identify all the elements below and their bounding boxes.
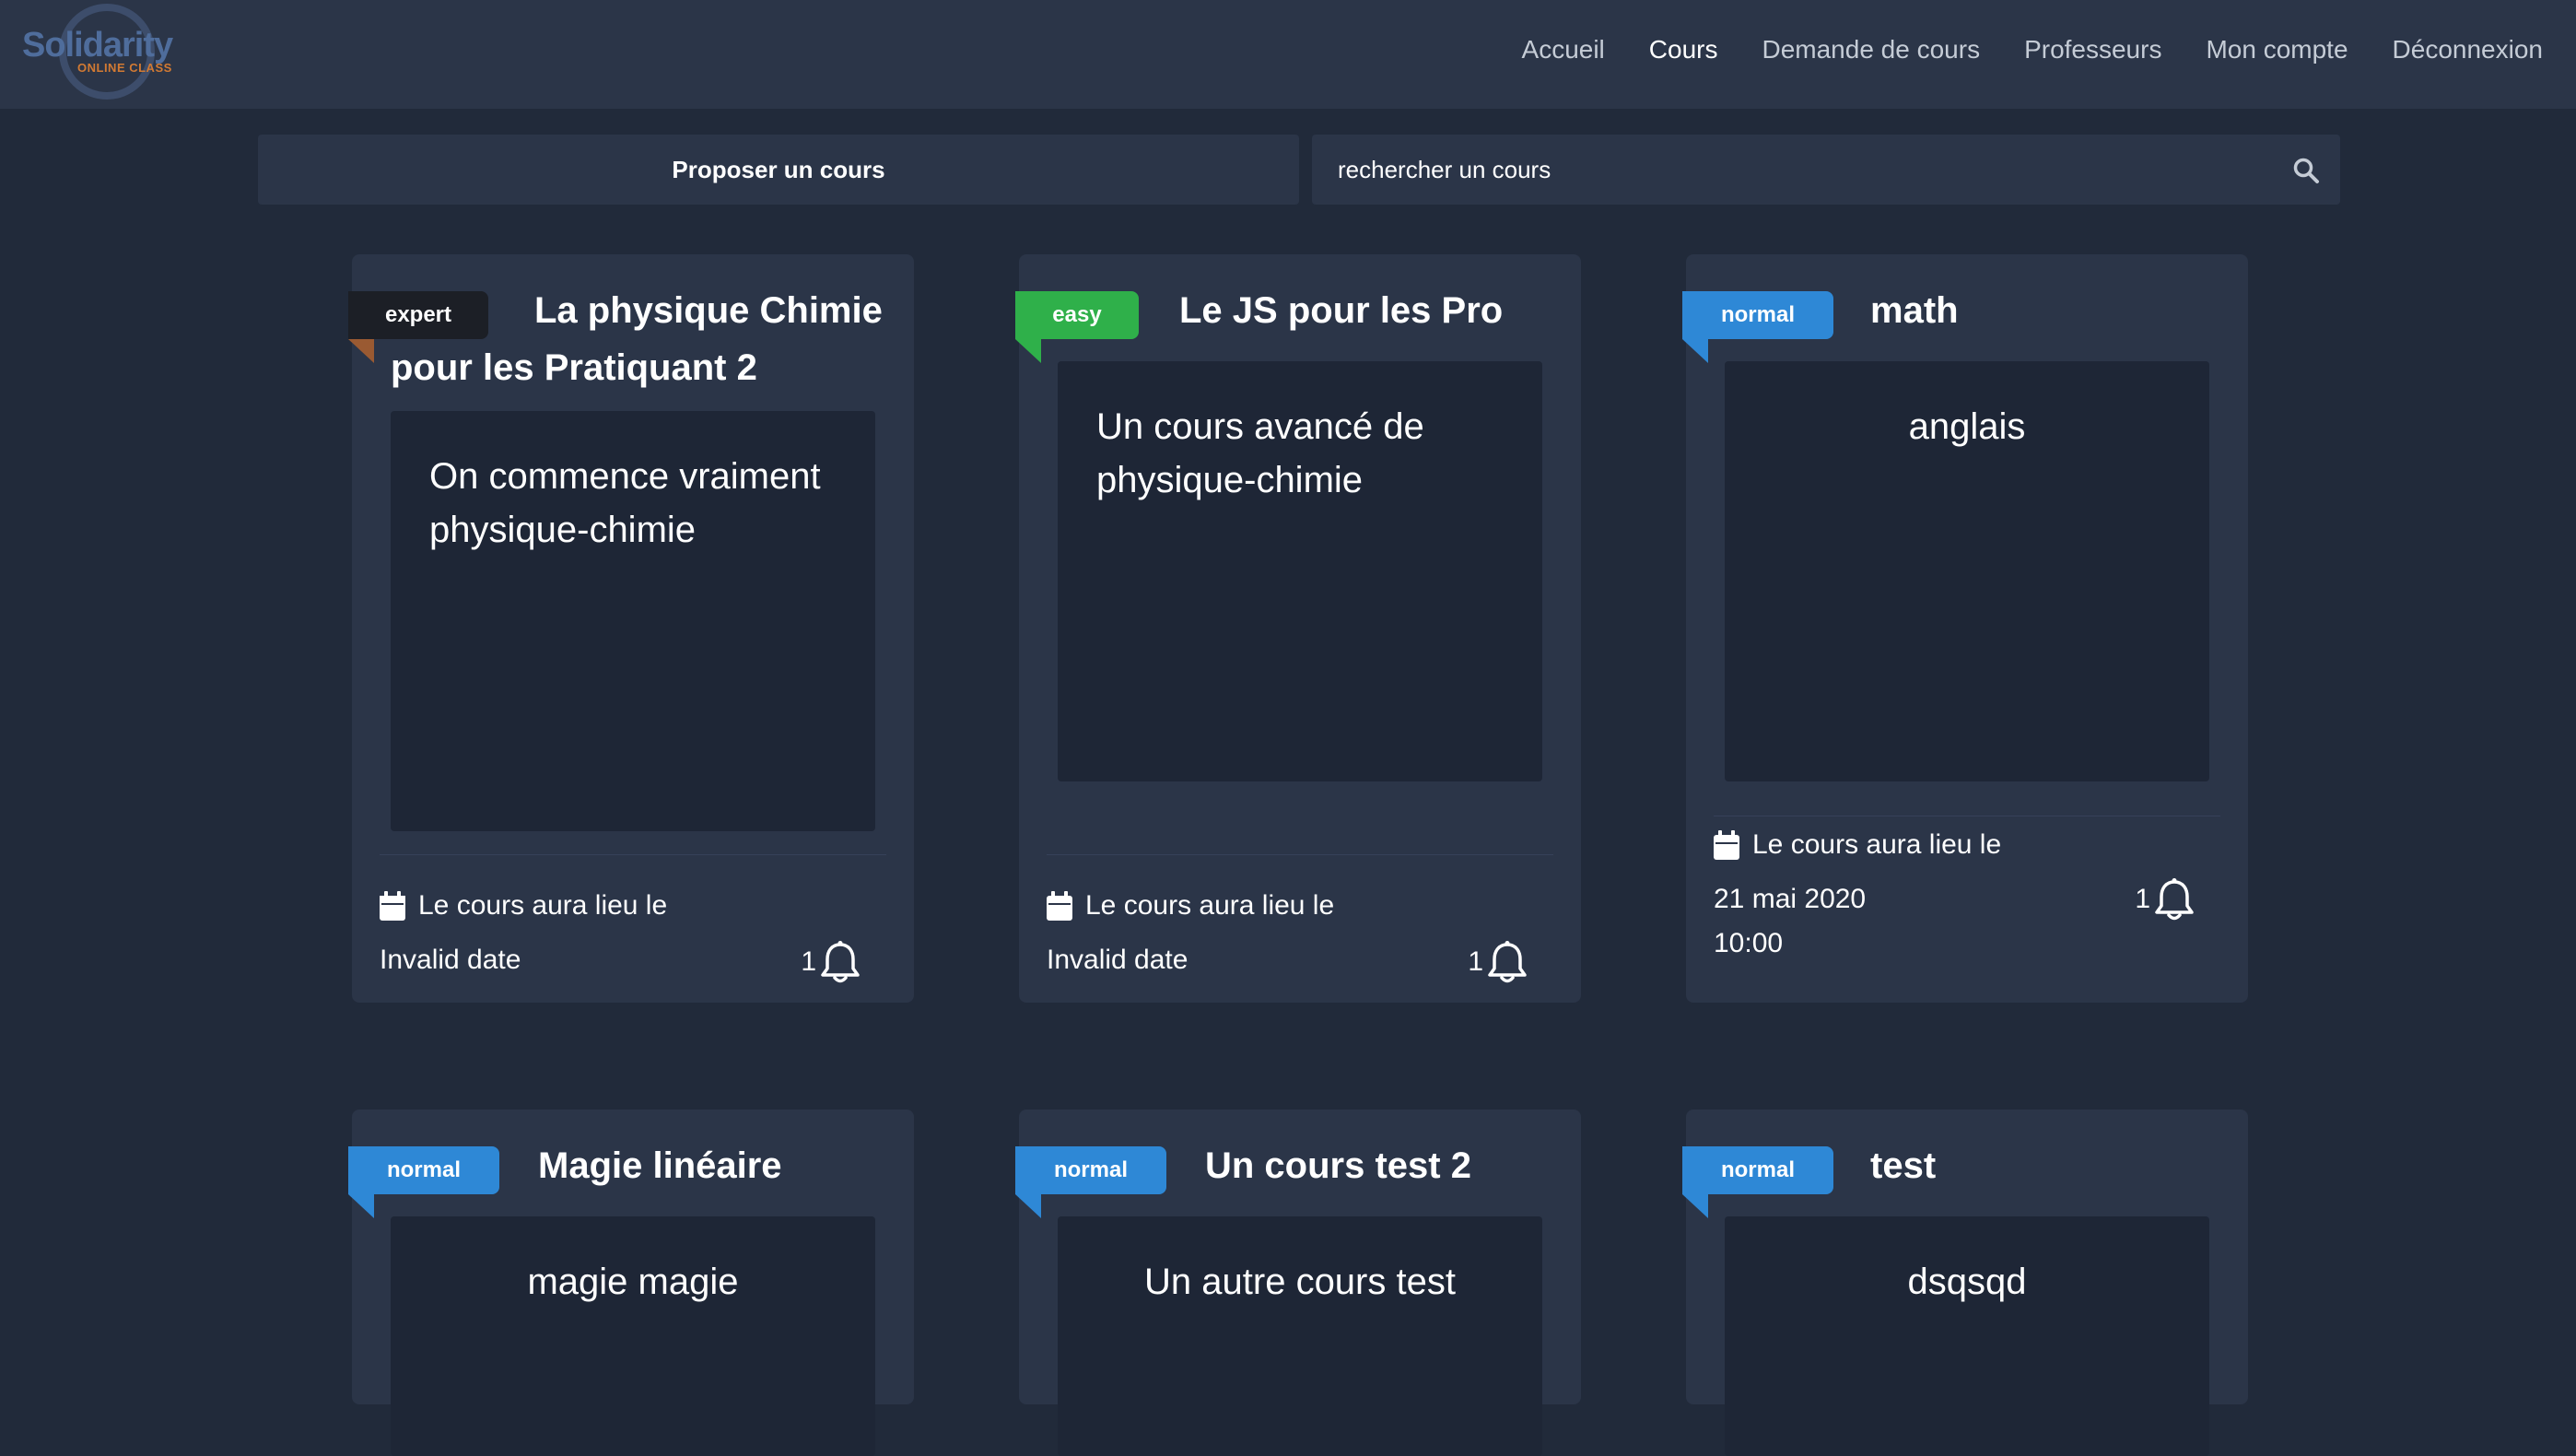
calendar-icon bbox=[1047, 891, 1072, 921]
course-date: Invalid date bbox=[380, 945, 521, 975]
course-title[interactable]: La physique Chimie pour les Pratiquant 2 bbox=[391, 282, 888, 396]
course-description: dsqsqd bbox=[1907, 1262, 2027, 1302]
level-badge-easy: easy bbox=[1015, 291, 1139, 339]
course-footer: Le cours aura lieu le Invalid date 1 bbox=[380, 854, 886, 1003]
nav-menu: Accueil Cours Demande de cours Professeu… bbox=[1478, 0, 2543, 100]
course-date: 21 mai 2020 10:00 bbox=[1714, 884, 1867, 958]
schedule-label-text: Le cours aura lieu le bbox=[1085, 890, 1335, 921]
course-description-box: Un cours avancé de physique-chimie bbox=[1058, 361, 1542, 781]
course-title[interactable]: test bbox=[1870, 1137, 2230, 1194]
course-title[interactable]: Un cours test 2 bbox=[1205, 1137, 1564, 1194]
course-description-box: dsqsqd bbox=[1725, 1216, 2209, 1456]
bell-icon[interactable] bbox=[820, 940, 861, 984]
level-badge-normal: normal bbox=[348, 1146, 499, 1194]
nav-item-cours[interactable]: Cours bbox=[1649, 35, 1718, 65]
calendar-icon bbox=[1714, 830, 1739, 860]
level-badge-normal: normal bbox=[1682, 291, 1833, 339]
course-card[interactable]: normal math anglais Le cours aura lieu l… bbox=[1682, 254, 2248, 1003]
course-footer: Le cours aura lieu le Invalid date 1 bbox=[1047, 854, 1553, 1003]
notification-button[interactable]: 1 bbox=[801, 940, 861, 984]
course-date: Invalid date bbox=[1047, 945, 1188, 975]
course-description: Un cours avancé de physique-chimie bbox=[1096, 406, 1424, 500]
course-description-box: magie magie bbox=[391, 1216, 875, 1456]
nav-item-demande-de-cours[interactable]: Demande de cours bbox=[1762, 35, 1980, 65]
badge-fold bbox=[1682, 339, 1708, 363]
nav-item-professeurs[interactable]: Professeurs bbox=[2024, 35, 2161, 65]
badge-fold bbox=[348, 339, 374, 363]
schedule-label: Le cours aura lieu le bbox=[1714, 829, 2001, 861]
nav-item-mon-compte[interactable]: Mon compte bbox=[2206, 35, 2348, 65]
badge-fold bbox=[1015, 339, 1041, 363]
course-title[interactable]: math bbox=[1870, 282, 2230, 339]
course-card[interactable]: normal test dsqsqd bbox=[1682, 1110, 2248, 1456]
brand-tagline: ONLINE CLASS bbox=[77, 61, 172, 75]
course-card[interactable]: expert La physique Chimie pour les Prati… bbox=[348, 254, 914, 1003]
brand-name: Solidarity bbox=[22, 26, 173, 65]
course-description: magie magie bbox=[527, 1262, 739, 1302]
nav-item-deconnexion[interactable]: Déconnexion bbox=[2393, 35, 2543, 65]
badge-fold bbox=[1015, 1194, 1041, 1218]
notification-count: 1 bbox=[801, 946, 816, 977]
notification-button[interactable]: 1 bbox=[1468, 940, 1528, 984]
level-badge-normal: normal bbox=[1015, 1146, 1166, 1194]
level-badge-normal: normal bbox=[1682, 1146, 1833, 1194]
schedule-label: Le cours aura lieu le bbox=[380, 890, 667, 922]
badge-fold bbox=[348, 1194, 374, 1218]
course-description-box: Un autre cours test bbox=[1058, 1216, 1542, 1456]
notification-button[interactable]: 1 bbox=[2135, 877, 2195, 922]
bell-icon[interactable] bbox=[2154, 877, 2195, 922]
course-description: anglais bbox=[1908, 406, 2026, 447]
course-card[interactable]: normal Un cours test 2 Un autre cours te… bbox=[1015, 1110, 1581, 1456]
course-footer: Le cours aura lieu le 21 mai 2020 10:00 … bbox=[1714, 816, 2220, 1003]
navbar: Solidarity ONLINE CLASS Accueil Cours De… bbox=[0, 0, 2576, 109]
brand-logo[interactable]: Solidarity ONLINE CLASS bbox=[17, 4, 182, 103]
course-card[interactable]: normal Magie linéaire magie magie bbox=[348, 1110, 914, 1456]
schedule-label-text: Le cours aura lieu le bbox=[1752, 829, 2002, 860]
schedule-label-text: Le cours aura lieu le bbox=[418, 890, 668, 921]
course-description: Un autre cours test bbox=[1144, 1262, 1456, 1302]
nav-item-accueil[interactable]: Accueil bbox=[1522, 35, 1605, 65]
search-bar bbox=[1312, 135, 2340, 205]
propose-course-button[interactable]: Proposer un cours bbox=[258, 135, 1299, 205]
course-description-box: On commence vraiment physique-chimie bbox=[391, 411, 875, 831]
badge-fold bbox=[1682, 1194, 1708, 1218]
course-card[interactable]: easy Le JS pour les Pro Un cours avancé … bbox=[1015, 254, 1581, 1003]
bell-icon[interactable] bbox=[1487, 940, 1528, 984]
course-title[interactable]: Magie linéaire bbox=[538, 1137, 897, 1194]
notification-count: 1 bbox=[2135, 884, 2150, 914]
course-description-box: anglais bbox=[1725, 361, 2209, 781]
search-icon[interactable] bbox=[2292, 157, 2320, 184]
schedule-label: Le cours aura lieu le bbox=[1047, 890, 1334, 922]
search-input[interactable] bbox=[1338, 135, 2259, 205]
calendar-icon bbox=[380, 891, 405, 921]
course-description: On commence vraiment physique-chimie bbox=[429, 456, 821, 550]
notification-count: 1 bbox=[1468, 946, 1483, 977]
course-title[interactable]: Le JS pour les Pro bbox=[1179, 282, 1557, 339]
